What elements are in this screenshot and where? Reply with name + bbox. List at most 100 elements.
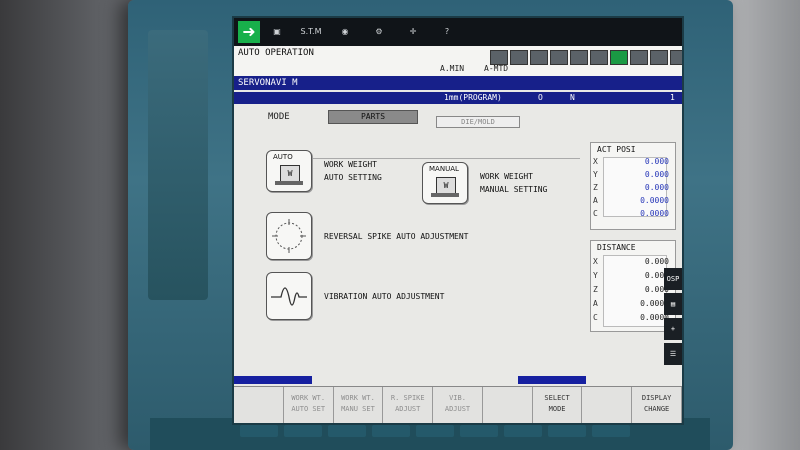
axis-label: Z — [593, 285, 598, 294]
status-icon — [490, 50, 508, 65]
mode-parts-button[interactable]: PARTS — [328, 110, 418, 124]
program-bar: 1mm(PROGRAM) O N 1 — [234, 92, 682, 104]
status-icon — [590, 50, 608, 65]
axis-value: 0.000 — [644, 271, 669, 280]
feature-text: WORK WEIGHT MANUAL SETTING — [480, 170, 547, 196]
tool-icon[interactable]: ✛ — [396, 20, 430, 44]
feature-manual-weight[interactable]: MANUAL W WORK WEIGHT MANUAL SETTING — [422, 162, 547, 204]
status-icon — [670, 50, 682, 65]
status-icon — [550, 50, 568, 65]
axis-value: 0.0000 — [640, 196, 669, 205]
act-posi-title: ACT POSI — [597, 145, 636, 154]
auto-weight-icon[interactable]: AUTO W — [266, 150, 312, 192]
axis-value: 0.0000 — [640, 299, 669, 308]
axis-label: C — [593, 313, 598, 322]
top-icon-bar: ➜ ▣ S.T.M ◉ ⚙ ✛ ? — [234, 18, 682, 46]
o-label: O — [538, 93, 543, 102]
status-icon — [650, 50, 668, 65]
axis-label: Y — [593, 271, 598, 280]
status-icon — [530, 50, 548, 65]
feature-line: MANUAL SETTING — [480, 185, 548, 194]
hardware-key[interactable] — [284, 425, 322, 437]
mode-bar: MODE PARTS DIE/MOLD — [234, 104, 682, 136]
icon-base — [431, 193, 459, 197]
status-icon — [630, 50, 648, 65]
bezel-side-panel — [148, 30, 208, 300]
feature-line: AUTO SETTING — [324, 173, 382, 182]
hardware-key[interactable] — [416, 425, 454, 437]
icon-tag: MANUAL — [429, 165, 459, 173]
a-mtd-label: A-MTD — [484, 64, 509, 73]
axis-value: 0.000 — [644, 285, 669, 294]
softkey-work-wt-auto-set[interactable]: WORK WT. AUTO SET — [284, 387, 334, 423]
softkey-bar: WORK WT. AUTO SET WORK WT. MANU SET R. S… — [234, 386, 682, 423]
hardware-key[interactable] — [548, 425, 586, 437]
axis-label: X — [593, 257, 598, 266]
axis-label: X — [593, 157, 598, 166]
softkey-blank[interactable] — [582, 387, 633, 423]
feature-text: WORK WEIGHT AUTO SETTING — [324, 158, 382, 184]
softkey-display-change[interactable]: DISPLAY CHANGE — [632, 387, 682, 423]
axis-value: 0.000 — [644, 257, 669, 266]
osp-button[interactable]: OSP — [664, 268, 682, 290]
hardware-key[interactable] — [328, 425, 366, 437]
softkey-blank[interactable] — [483, 387, 533, 423]
help-icon[interactable]: ? — [430, 20, 464, 44]
feature-reversal-spike[interactable]: REVERSAL SPIKE AUTO ADJUSTMENT — [266, 212, 469, 260]
operation-title: AUTO OPERATION — [238, 48, 314, 58]
axis-value: 0.000 — [644, 183, 669, 192]
mode-die-mold-button[interactable]: DIE/MOLD — [436, 116, 520, 128]
axis-value: 0.000 — [644, 157, 669, 166]
status-icons — [490, 50, 682, 65]
hardware-key[interactable] — [592, 425, 630, 437]
axis-label: C — [593, 209, 598, 218]
feature-auto-weight[interactable]: AUTO W WORK WEIGHT AUTO SETTING — [266, 150, 382, 192]
feature-text: REVERSAL SPIKE AUTO ADJUSTMENT — [324, 231, 469, 241]
machine-icon[interactable]: ▣ — [260, 20, 294, 44]
hardware-key[interactable] — [460, 425, 498, 437]
axis-label: Y — [593, 170, 598, 179]
a-min-label: A.MIN — [440, 64, 465, 73]
status-icon — [510, 50, 528, 65]
plus-button[interactable]: + — [664, 318, 682, 340]
program-label: 1mm(PROGRAM) — [444, 93, 502, 102]
axis-value: 0.000 — [644, 170, 669, 179]
camera-icon[interactable]: ◉ — [328, 20, 362, 44]
feature-vibration[interactable]: VIBRATION AUTO ADJUSTMENT — [266, 272, 444, 320]
stm-icon[interactable]: S.T.M — [294, 20, 328, 44]
manual-weight-icon[interactable]: MANUAL W — [422, 162, 468, 204]
axis-value: 0.0000 — [640, 313, 669, 322]
axis-label: A — [593, 299, 598, 308]
feature-line: WORK WEIGHT — [324, 160, 377, 169]
page-title: SERVONAVI M — [234, 76, 682, 90]
distance-title: DISTANCE — [597, 243, 636, 252]
softkey-blank[interactable] — [234, 387, 284, 423]
hardware-key[interactable] — [372, 425, 410, 437]
mode-label: MODE — [268, 112, 290, 122]
softkey-indicator-left — [234, 376, 312, 384]
list-icon[interactable]: ☰ — [664, 343, 682, 365]
vibration-wave-icon[interactable] — [266, 272, 312, 320]
arrow-right-icon[interactable]: ➜ — [238, 21, 260, 43]
axis-value: 0.0000 — [640, 209, 669, 218]
n-label: N — [570, 93, 575, 102]
gear-icon[interactable]: ⚙ — [362, 20, 396, 44]
hardware-key[interactable] — [240, 425, 278, 437]
reversal-spike-icon[interactable] — [266, 212, 312, 260]
act-posi-panel: ACT POSI X 0.000 Y 0.000 Z 0.000 A 0.000… — [590, 142, 676, 230]
side-button-column: OSP ▤ + ☰ — [664, 268, 682, 368]
hardware-key[interactable] — [504, 425, 542, 437]
operation-bar: AUTO OPERATION A.MIN A-MTD — [234, 46, 682, 77]
softkey-r-spike-adjust[interactable]: R. SPIKE ADJUST — [383, 387, 434, 423]
softkey-vib-adjust[interactable]: VIB. ADJUST — [433, 387, 483, 423]
status-icon-green — [610, 50, 628, 65]
softkey-work-wt-manu-set[interactable]: WORK WT. MANU SET — [334, 387, 384, 423]
cnc-screen: ➜ ▣ S.T.M ◉ ⚙ ✛ ? AUTO OPERATION A.MIN A… — [232, 16, 684, 425]
axis-label: A — [593, 196, 598, 205]
status-icon — [570, 50, 588, 65]
axis-label: Z — [593, 183, 598, 192]
softkey-select-mode[interactable]: SELECT MODE — [533, 387, 583, 423]
physical-keys — [240, 425, 680, 445]
feature-line: WORK WEIGHT — [480, 172, 533, 181]
window-icon[interactable]: ▤ — [664, 293, 682, 315]
